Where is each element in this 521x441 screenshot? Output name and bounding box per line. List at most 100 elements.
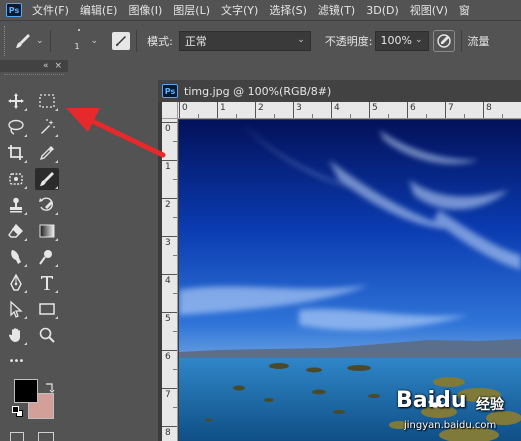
eraser-tool[interactable] [4, 220, 28, 242]
tool-group-indicator [24, 108, 27, 111]
watermark-suffix: 经验 [476, 397, 504, 413]
default-colors-icon[interactable] [12, 406, 24, 418]
menu-layer[interactable]: 图层(L) [173, 2, 210, 18]
brush-panel-icon [116, 35, 127, 46]
clone-stamp-tool[interactable] [4, 194, 28, 216]
eyedropper-tool[interactable] [35, 142, 59, 164]
brush-size-picker[interactable]: 1 [69, 26, 91, 56]
dodge-tool[interactable] [35, 246, 59, 268]
tool-group-indicator [55, 316, 58, 319]
menu-image[interactable]: 图像(I) [128, 2, 162, 18]
foreground-color-swatch[interactable] [14, 379, 38, 403]
document-title: timg.jpg @ 100%(RGB/8#) [184, 84, 332, 98]
menu-3d[interactable]: 3D(D) [366, 4, 399, 17]
pressure-opacity-button[interactable] [432, 29, 455, 52]
pen-pressure-icon [436, 33, 451, 48]
healing-brush-tool[interactable] [4, 168, 28, 190]
size-chevron-icon[interactable]: ⌄ [91, 36, 99, 46]
shape-tool[interactable] [35, 298, 59, 320]
divider [49, 29, 51, 52]
document-window: Ps timg.jpg @ 100%(RGB/8#) 0 1 2 3 4 5 6… [158, 80, 521, 441]
chevron-down-icon: ⌄ [297, 34, 305, 45]
divider [460, 29, 462, 52]
ruler-h-label: 6 [410, 103, 416, 113]
brush-size-value: 1 [74, 41, 80, 51]
blur-tool[interactable] [4, 246, 28, 268]
brush-preset-icon[interactable] [12, 30, 34, 52]
watermark-url: jingyan.baidu.com [404, 420, 497, 431]
ruler-h-label: 5 [372, 103, 378, 113]
menu-view[interactable]: 视图(V) [410, 2, 448, 18]
menu-select[interactable]: 选择(S) [269, 2, 307, 18]
horizontal-ruler[interactable]: 0 1 2 3 4 5 6 7 8 [178, 102, 521, 119]
tool-group-indicator [24, 212, 27, 215]
tool-group-indicator [55, 134, 58, 137]
options-grip[interactable] [4, 25, 12, 56]
annotation-arrow [66, 108, 166, 158]
menu-filter[interactable]: 滤镜(T) [318, 2, 355, 18]
stamp-icon [10, 197, 22, 213]
mode-label: 模式: [147, 34, 173, 48]
ruler-v-label: 7 [165, 390, 171, 400]
menu-type[interactable]: 文字(Y) [221, 2, 258, 18]
lasso-icon [8, 119, 24, 135]
crop-icon [8, 145, 23, 160]
swap-colors-icon[interactable] [44, 378, 56, 393]
photoshop-logo: Ps [6, 3, 22, 17]
tool-group-indicator [55, 212, 58, 215]
path-selection-tool[interactable] [4, 298, 28, 320]
type-tool[interactable] [35, 272, 59, 294]
menu-file[interactable]: 文件(F) [32, 2, 69, 18]
mode-select[interactable]: 正常 ⌄ [178, 30, 311, 51]
ruler-h-label: 2 [258, 103, 264, 113]
hand-tool[interactable] [4, 324, 28, 346]
menu-bar: Ps 文件(F) 编辑(E) 图像(I) 图层(L) 文字(Y) 选择(S) 滤… [0, 0, 521, 20]
move-tool[interactable] [4, 90, 28, 112]
mode-value: 正常 [184, 34, 207, 48]
type-icon [41, 276, 53, 290]
spot-healing-icon [9, 173, 23, 185]
menu-edit[interactable]: 编辑(E) [80, 2, 118, 18]
brush-tool[interactable] [35, 168, 59, 190]
tool-group-indicator [55, 108, 58, 111]
quick-mask-icon[interactable] [10, 432, 24, 441]
baidu-watermark: Baidu 经验 jingyan.baidu.com [396, 388, 518, 438]
flow-label: 流量 [467, 34, 490, 48]
ruler-v-label: 6 [165, 352, 171, 362]
photoshop-logo: Ps [162, 84, 178, 98]
tool-group-indicator [55, 264, 58, 267]
tool-group-indicator [24, 238, 27, 241]
tools-grip[interactable] [4, 74, 64, 80]
marquee-tool[interactable] [35, 90, 59, 112]
menu-window[interactable]: 窗 [459, 2, 470, 18]
eraser-icon [8, 223, 23, 238]
vertical-ruler[interactable]: 0 1 2 3 4 5 6 7 8 [162, 119, 178, 441]
tool-group-indicator [55, 238, 58, 241]
opacity-value: 100% [380, 34, 412, 47]
pen-tool[interactable] [4, 272, 28, 294]
dodge-icon [39, 250, 52, 265]
divider [136, 29, 138, 52]
gradient-tool[interactable] [35, 220, 59, 242]
brush-panel-button[interactable] [112, 31, 131, 50]
pen-icon [10, 274, 22, 291]
rect-marquee-icon [39, 94, 55, 108]
edit-toolbar-button[interactable]: ••• [4, 350, 28, 372]
screen-mode-icon[interactable] [38, 432, 54, 441]
preset-chevron-icon[interactable]: ⌄ [36, 36, 44, 46]
close-icon[interactable]: × [54, 61, 62, 71]
magic-wand-tool[interactable] [35, 116, 59, 138]
collapse-icon[interactable]: « [43, 61, 49, 71]
ruler-v-label: 5 [165, 314, 171, 324]
ruler-h-label: 4 [334, 103, 340, 113]
document-tab[interactable]: Ps timg.jpg @ 100%(RGB/8#) [158, 80, 521, 102]
cursor-arrow-icon [10, 300, 23, 318]
opacity-input[interactable]: 100% ⌄ [374, 30, 429, 51]
history-brush-tool[interactable] [35, 194, 59, 216]
crop-tool[interactable] [4, 142, 28, 164]
tool-group-indicator [24, 316, 27, 319]
lasso-tool[interactable] [4, 116, 28, 138]
zoom-tool[interactable] [35, 324, 59, 346]
ruler-h-label: 1 [220, 103, 226, 113]
tools-panel-header: « × [0, 60, 68, 72]
